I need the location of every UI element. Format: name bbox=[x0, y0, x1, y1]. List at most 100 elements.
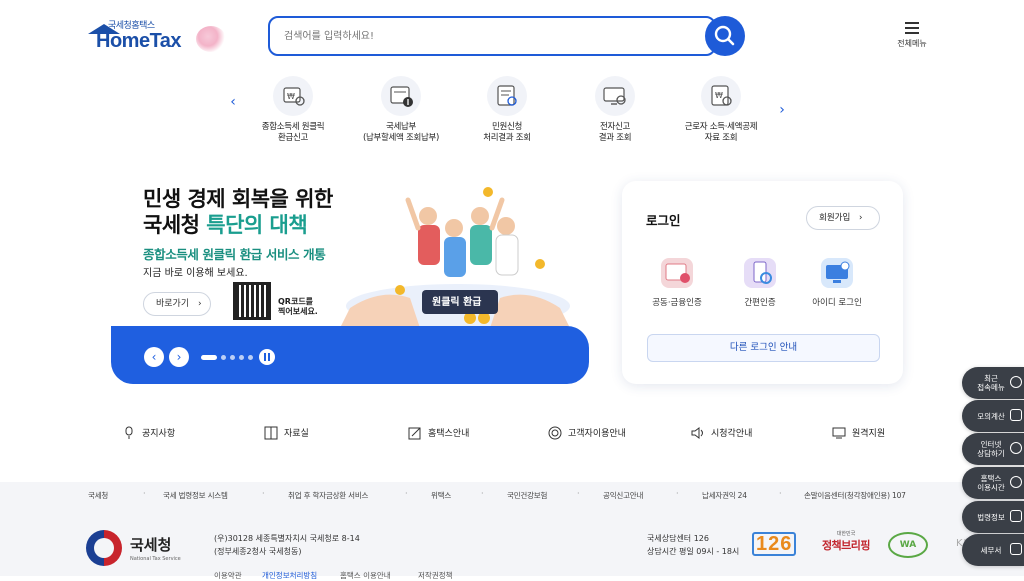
pagination-dot[interactable] bbox=[230, 354, 235, 360]
monitor-icon bbox=[832, 427, 846, 438]
logo-title: HomeTax bbox=[96, 30, 182, 52]
simple-auth-icon bbox=[744, 258, 776, 288]
side-label: 이용시간 bbox=[977, 483, 1005, 492]
link-label: 원격지원 bbox=[852, 429, 886, 439]
footer-separator: · bbox=[262, 489, 265, 498]
side-law-info[interactable]: 법령정보 bbox=[962, 501, 1024, 533]
quick-item-deduction-data[interactable]: ₩ 근로자 소득·세액공제 자료 조회 bbox=[671, 76, 771, 144]
hometax-logo[interactable]: 국세청홈택스 HomeTax bbox=[86, 18, 236, 58]
quick-label: 종합소득세 원클릭 bbox=[261, 122, 325, 132]
login-option-label: 공동·금융인증 bbox=[652, 298, 702, 308]
id-login-icon bbox=[821, 258, 853, 288]
quick-item-civil-request[interactable]: 민원신청 처리결과 조회 bbox=[457, 76, 557, 144]
hamburger-icon bbox=[905, 22, 919, 34]
quick-item-e-filing[interactable]: 전자신고 결과 조회 bbox=[565, 76, 665, 144]
book-icon bbox=[1010, 510, 1022, 522]
login-option-label: 아이디 로그인 bbox=[812, 298, 862, 308]
login-option-certificate[interactable]: 공동·금융인증 bbox=[637, 258, 717, 308]
link-hometax-guide[interactable]: 홈택스안내 bbox=[408, 424, 469, 444]
quick-label: 자료 조회 bbox=[704, 133, 738, 143]
call-126-logo[interactable]: 126 bbox=[752, 532, 797, 556]
pagination-dot[interactable] bbox=[239, 354, 244, 360]
join-button[interactable]: 회원가입 › bbox=[806, 206, 880, 230]
side-label: 최근 bbox=[984, 374, 998, 383]
login-option-id[interactable]: 아이디 로그인 bbox=[797, 258, 877, 308]
policy-briefing-small: 대한민국 bbox=[836, 531, 856, 537]
side-online-consult[interactable]: 인터넷 상담하기 bbox=[962, 433, 1024, 465]
footer-link[interactable]: 위택스 bbox=[431, 490, 451, 501]
svg-text:₩: ₩ bbox=[287, 92, 295, 101]
link-label: 자료실 bbox=[284, 429, 309, 439]
footer-link[interactable]: 국민건강보험 bbox=[507, 490, 547, 501]
footer-call-center: 국세상담센터 126 상담시간 평일 09시 - 18시 bbox=[647, 532, 739, 558]
banner-prev-button[interactable]: ‹ bbox=[144, 347, 164, 367]
footer-separator: · bbox=[779, 489, 782, 498]
link-notice[interactable]: 공지사항 bbox=[122, 424, 175, 444]
qr-code-image bbox=[233, 282, 271, 320]
chevron-right-icon: › bbox=[858, 213, 863, 223]
search-button[interactable] bbox=[705, 16, 745, 56]
link-customer-guide[interactable]: 고객자이용안내 bbox=[548, 424, 626, 444]
footer-link[interactable]: 국세 법령정보 시스템 bbox=[163, 490, 228, 501]
search-icon bbox=[714, 25, 735, 46]
wa-certification-mark: WA bbox=[888, 532, 928, 558]
side-simulation[interactable]: 모의계산 bbox=[962, 400, 1024, 432]
footer-link[interactable]: 납세자권익 24 bbox=[702, 490, 747, 501]
footer-separator: · bbox=[143, 489, 146, 498]
nts-logo[interactable]: 국세청 National Tax Service bbox=[86, 530, 186, 566]
login-title: 로그인 bbox=[646, 213, 681, 228]
banner-sign-text: 원클릭 환급 bbox=[432, 297, 482, 308]
footer-link[interactable]: 손말이음센터(청각장애인용) 107 bbox=[804, 490, 906, 501]
pagination-dot[interactable] bbox=[201, 354, 217, 360]
footer-link[interactable]: 공익신고안내 bbox=[603, 490, 643, 501]
side-label: 상담하기 bbox=[977, 449, 1005, 458]
chevron-right-icon: › bbox=[198, 299, 202, 309]
nts-emblem-icon bbox=[86, 530, 122, 566]
side-label: 홈택스 bbox=[980, 474, 1002, 483]
quick-prev-arrow[interactable]: ‹ bbox=[225, 94, 241, 110]
address-line1: (우)30128 세종특별자치시 국세청로 8-14 bbox=[214, 534, 360, 543]
quick-item-refund[interactable]: ₩ 종합소득세 원클릭 환급신고 bbox=[243, 76, 343, 144]
people-illustration bbox=[405, 197, 519, 277]
call-center-name: 국세상담센터 126 bbox=[647, 534, 709, 543]
civil-request-icon bbox=[487, 76, 527, 116]
footer-link[interactable]: 취업 후 학자금상환 서비스 bbox=[288, 490, 368, 501]
other-login-button[interactable]: 다른 로그인 안내 bbox=[647, 334, 880, 362]
link-remote-support[interactable]: 원격지원 bbox=[832, 424, 885, 444]
quick-label: 근로자 소득·세액공제 bbox=[684, 122, 758, 132]
side-tax-office[interactable]: 세무서 bbox=[962, 534, 1024, 566]
link-label: 시청각안내 bbox=[711, 429, 753, 439]
search-box[interactable] bbox=[268, 16, 716, 56]
nts-name: 국세청 bbox=[130, 536, 172, 554]
quick-label: 국세납부 bbox=[385, 122, 417, 132]
calculator-icon bbox=[1010, 409, 1022, 421]
pagination-dot[interactable] bbox=[221, 354, 226, 360]
quick-item-tax-payment[interactable]: 국세납부 (납부할세액 조회납부) bbox=[351, 76, 451, 144]
side-label: 모의계산 bbox=[977, 411, 1005, 421]
search-input[interactable] bbox=[270, 18, 714, 54]
banner-headline-line1: 민생 경제 회복을 위한 bbox=[143, 187, 333, 211]
side-label: 인터넷 bbox=[980, 440, 1002, 449]
pagination-dot[interactable] bbox=[248, 354, 253, 360]
nts-english-name: National Tax Service bbox=[130, 556, 181, 562]
link-audiovisual[interactable]: 시청각안내 bbox=[691, 424, 752, 444]
microphone-icon bbox=[125, 426, 133, 439]
policy-briefing-logo[interactable]: 대한민국 정책브리핑 bbox=[818, 530, 874, 553]
banner-next-button[interactable]: › bbox=[169, 347, 189, 367]
cabinet-icon bbox=[264, 426, 278, 439]
quick-label: 처리결과 조회 bbox=[483, 133, 531, 143]
footer-link[interactable]: 국세청 bbox=[88, 490, 108, 501]
side-label: 접속메뉴 bbox=[977, 383, 1005, 392]
side-usage-hours[interactable]: 홈택스 이용시간 bbox=[962, 467, 1024, 499]
quick-label: 환급신고 bbox=[277, 133, 309, 143]
refund-icon: ₩ bbox=[273, 76, 313, 116]
all-menu-button[interactable]: 전체메뉴 bbox=[890, 18, 934, 58]
banner-pause-button[interactable] bbox=[259, 349, 275, 365]
link-label: 공지사항 bbox=[142, 429, 176, 439]
login-option-simple-auth[interactable]: 간편인증 bbox=[720, 258, 800, 308]
banner-go-button[interactable]: 바로가기 › bbox=[143, 292, 211, 316]
policy-briefing-name: 정책브리핑 bbox=[821, 539, 871, 552]
side-recent-menu[interactable]: 최근 접속메뉴 bbox=[962, 367, 1024, 399]
link-archive[interactable]: 자료실 bbox=[264, 424, 309, 444]
quick-next-arrow[interactable]: › bbox=[774, 102, 790, 118]
